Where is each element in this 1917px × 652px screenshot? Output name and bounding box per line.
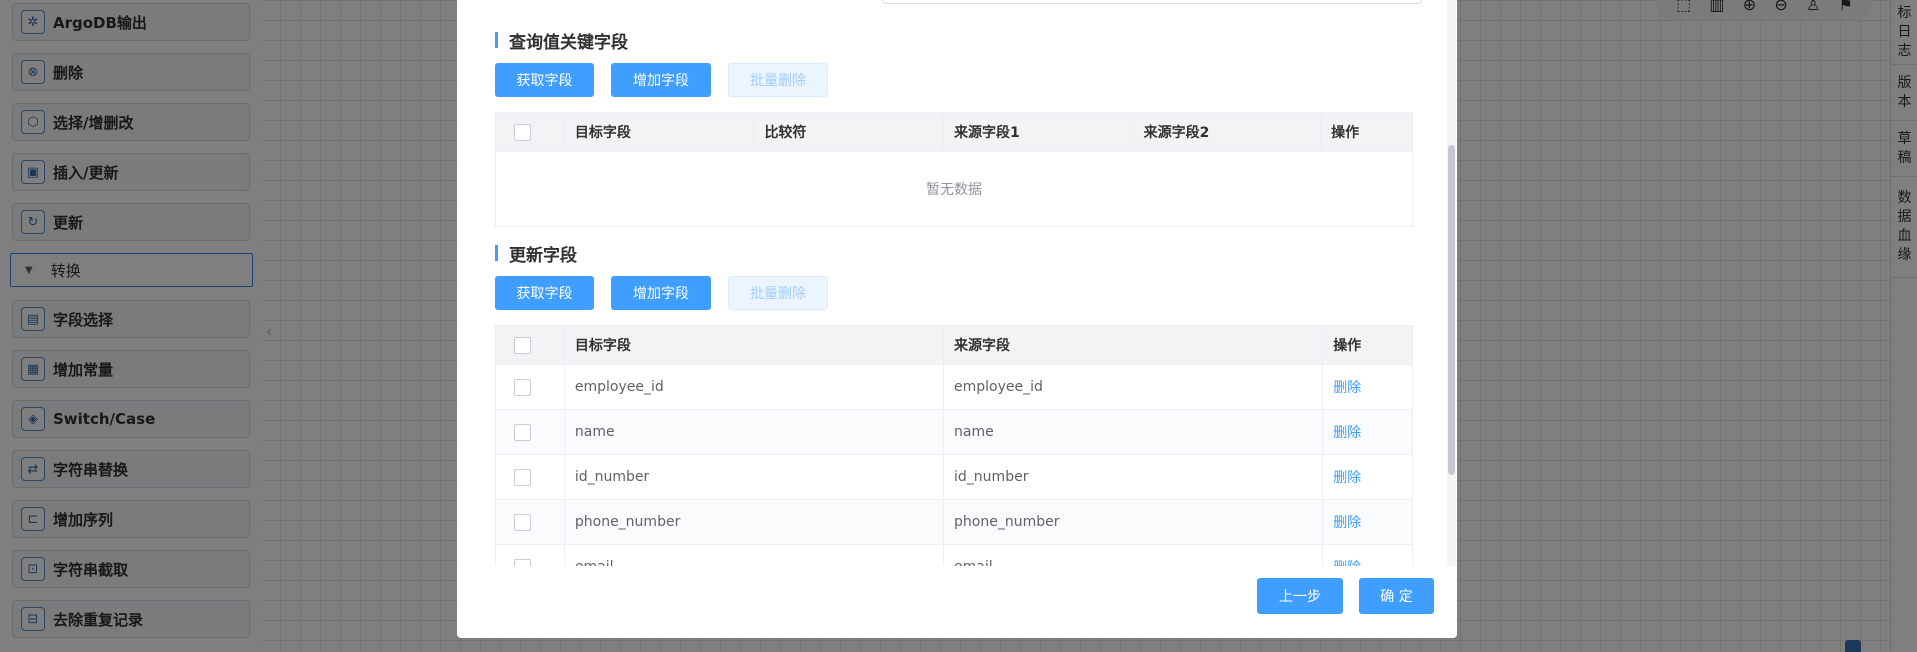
table-header: 目标字段 来源字段 操作	[496, 326, 1412, 364]
query-fetch-fields-button[interactable]: 获取字段	[495, 63, 594, 97]
column-header: 目标字段	[565, 113, 755, 151]
source-field-cell: employee_id	[944, 365, 1324, 409]
column-header: 操作	[1333, 338, 1362, 354]
select-all-checkbox[interactable]	[514, 336, 531, 354]
table-row: phone_number phone_number 删除	[496, 499, 1412, 544]
source-field-cell: id_number	[944, 455, 1324, 499]
row-checkbox[interactable]	[514, 468, 531, 486]
column-header: 操作	[1331, 125, 1360, 141]
source-field-cell: name	[944, 410, 1324, 454]
select-all-cell	[496, 113, 565, 151]
table-row: employee_id employee_id 删除	[496, 364, 1412, 409]
delete-row-link[interactable]: 删除	[1333, 377, 1361, 397]
table-header: 目标字段 比较符 来源字段1 来源字段2 操作	[496, 113, 1412, 151]
section-title-update-fields: 更新字段	[495, 241, 577, 266]
update-fields-table: 目标字段 来源字段 操作 employee_id employee_id 删除 …	[495, 325, 1413, 566]
source-field-cell: email	[944, 545, 1324, 566]
confirm-button[interactable]: 确 定	[1359, 578, 1434, 614]
target-field-cell: phone_number	[565, 500, 945, 544]
column-header: 来源字段1	[944, 113, 1134, 151]
query-batch-delete-button[interactable]: 批量删除	[728, 63, 828, 97]
previous-step-button[interactable]: 上一步	[1257, 578, 1343, 614]
row-checkbox[interactable]	[514, 558, 531, 566]
update-batch-delete-button[interactable]: 批量删除	[728, 276, 828, 310]
delete-row-link[interactable]: 删除	[1333, 512, 1361, 532]
target-field-cell: email	[565, 545, 945, 566]
update-add-field-button[interactable]: 增加字段	[611, 276, 711, 310]
row-checkbox[interactable]	[514, 423, 531, 441]
select-all-checkbox[interactable]	[514, 123, 531, 141]
select-all-cell	[496, 326, 565, 364]
delete-row-link[interactable]: 删除	[1333, 467, 1361, 487]
column-header: 来源字段2	[1134, 113, 1322, 151]
table-row: name name 删除	[496, 409, 1412, 454]
field-mapping-dialog: 查询值关键字段 获取字段 增加字段 批量删除 目标字段 比较符 来源字段1 来源…	[457, 0, 1457, 638]
column-header: 来源字段	[944, 326, 1324, 364]
column-header: 比较符	[754, 113, 945, 151]
row-checkbox[interactable]	[514, 378, 531, 396]
row-checkbox[interactable]	[514, 513, 531, 531]
delete-row-link[interactable]: 删除	[1333, 557, 1361, 566]
table-row: id_number id_number 删除	[496, 454, 1412, 499]
query-keys-table: 目标字段 比较符 来源字段1 来源字段2 操作 暂无数据	[495, 112, 1413, 227]
column-header: 目标字段	[565, 326, 945, 364]
target-field-cell: employee_id	[565, 365, 945, 409]
target-field-cell: name	[565, 410, 945, 454]
section-title-query-keys: 查询值关键字段	[495, 28, 628, 53]
update-fetch-fields-button[interactable]: 获取字段	[495, 276, 594, 310]
top-input-field[interactable]	[882, 0, 1422, 4]
delete-row-link[interactable]: 删除	[1333, 422, 1361, 442]
dialog-scroll-body[interactable]: 查询值关键字段 获取字段 增加字段 批量删除 目标字段 比较符 来源字段1 来源…	[457, 0, 1457, 566]
table-row: email email 删除	[496, 544, 1412, 566]
query-add-field-button[interactable]: 增加字段	[611, 63, 711, 97]
empty-table-text: 暂无数据	[496, 151, 1412, 226]
vertical-scrollbar[interactable]	[1448, 145, 1455, 475]
target-field-cell: id_number	[565, 455, 945, 499]
source-field-cell: phone_number	[944, 500, 1324, 544]
